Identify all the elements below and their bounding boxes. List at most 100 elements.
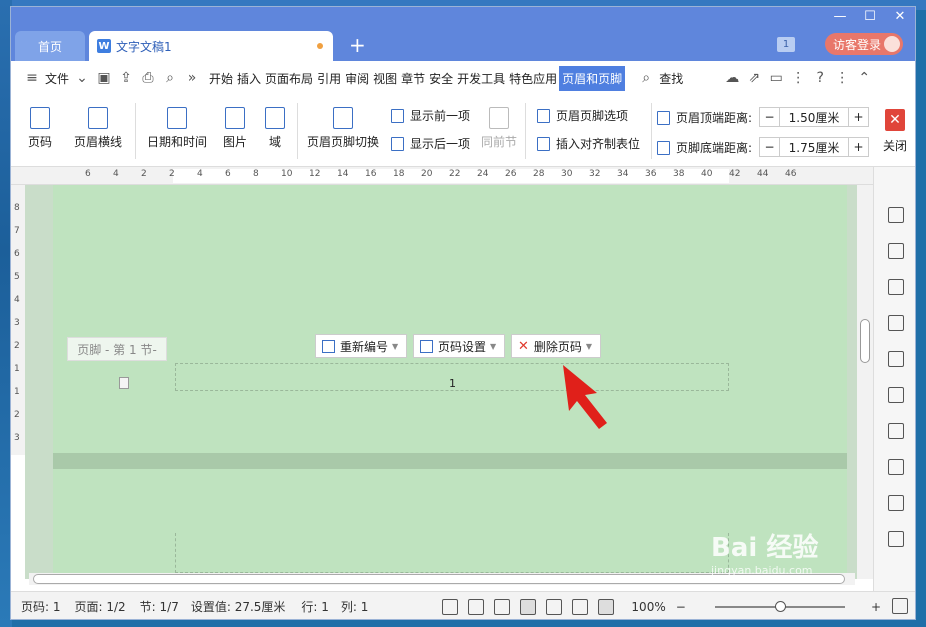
- delete-page-number-button[interactable]: ✕ 删除页码 ▼: [511, 334, 602, 358]
- pointer-icon[interactable]: [888, 243, 904, 259]
- header-top-distance-spinner[interactable]: − 1.50厘米 +: [759, 107, 869, 127]
- picture-button[interactable]: 图片: [215, 107, 255, 150]
- menu-reference[interactable]: 引用: [315, 70, 343, 87]
- vertical-scrollbar[interactable]: [857, 185, 873, 579]
- fit-window-icon[interactable]: [892, 598, 908, 614]
- chart-icon[interactable]: [888, 423, 904, 439]
- menu-start[interactable]: 开始: [207, 70, 235, 87]
- more-options-icon[interactable]: ⋮: [831, 70, 853, 86]
- document-canvas[interactable]: 页脚 - 第 1 节- 1 重新编号 ▼ 页码设置 ▼ ✕ 删除页码 ▼: [25, 185, 873, 579]
- help-icon[interactable]: ?: [809, 70, 831, 86]
- status-pages[interactable]: 页面: 1/2: [75, 598, 126, 615]
- more-chevron-icon[interactable]: »: [181, 70, 203, 86]
- zoom-slider-knob[interactable]: [775, 601, 786, 612]
- new-tab-button[interactable]: +: [349, 33, 366, 57]
- field-button[interactable]: 域: [263, 107, 287, 150]
- document-options-icon[interactable]: [119, 377, 129, 389]
- window-count-badge[interactable]: 1: [777, 37, 795, 52]
- menu-special-apps[interactable]: 特色应用: [507, 70, 559, 87]
- read-mode-icon[interactable]: [468, 598, 485, 615]
- zoom-out-button[interactable]: −: [676, 600, 686, 614]
- delete-x-icon: ✕: [518, 338, 529, 354]
- search-button[interactable]: 查找: [657, 70, 685, 87]
- collapse-ribbon-icon[interactable]: ⌃: [853, 70, 875, 86]
- increase-button[interactable]: +: [848, 108, 868, 126]
- fullscreen-icon[interactable]: [442, 598, 459, 615]
- hamburger-menu-icon[interactable]: ≡: [21, 70, 43, 86]
- decrease-button[interactable]: −: [760, 138, 780, 156]
- print-icon[interactable]: ⎙: [137, 70, 159, 86]
- share-icon[interactable]: ⇗: [743, 70, 765, 86]
- page-number-settings-button[interactable]: 页码设置 ▼: [413, 334, 506, 358]
- menu-page-layout[interactable]: 页面布局: [263, 70, 315, 87]
- tab-home[interactable]: 首页: [15, 31, 85, 61]
- renumber-button[interactable]: 重新编号 ▼: [315, 334, 408, 358]
- eye-protection-icon[interactable]: [598, 598, 615, 615]
- close-header-footer-button[interactable]: ✕: [885, 109, 905, 131]
- decrease-button[interactable]: −: [760, 108, 780, 126]
- horizontal-ruler[interactable]: 6 4 2 2 4 6 8 10 12 14 16 18 20 22 24 26 28 30 32 34 36 38 40 4…: [11, 167, 873, 185]
- insert-align-tab-button[interactable]: 插入对齐制表位: [537, 135, 640, 152]
- menu-security[interactable]: 安全: [427, 70, 455, 87]
- increase-button[interactable]: +: [848, 138, 868, 156]
- footer-bottom-distance-text: 页脚底端距离:: [676, 141, 753, 155]
- search-icon[interactable]: ⌕: [635, 70, 657, 86]
- maximize-button[interactable]: ☐: [855, 9, 885, 24]
- menu-section[interactable]: 章节: [399, 70, 427, 87]
- web-view-icon[interactable]: [572, 598, 589, 615]
- menu-header-footer[interactable]: 页眉和页脚: [559, 65, 626, 91]
- header-top-distance-value[interactable]: 1.50厘米: [780, 108, 848, 126]
- footer-bottom-distance-value[interactable]: 1.75厘米: [780, 138, 848, 156]
- picture-label: 图片: [222, 135, 247, 149]
- same-as-previous-button[interactable]: 同前节: [481, 107, 517, 150]
- style-icon[interactable]: [888, 315, 904, 331]
- table-icon[interactable]: [888, 351, 904, 367]
- date-time-button[interactable]: 日期和时间: [145, 107, 209, 150]
- menu-view[interactable]: 视图: [371, 70, 399, 87]
- footer-bottom-distance-spinner[interactable]: − 1.75厘米 +: [759, 137, 869, 157]
- show-next-button[interactable]: 显示后一项: [391, 135, 470, 152]
- page-view-icon[interactable]: [520, 598, 537, 615]
- vertical-scrollbar-thumb[interactable]: [860, 319, 870, 363]
- page-1[interactable]: [53, 185, 847, 453]
- ribbon-divider: [135, 103, 136, 159]
- print-preview-icon[interactable]: ⌕: [159, 70, 181, 86]
- close-header-footer-label[interactable]: 关闭: [883, 137, 907, 154]
- close-window-button[interactable]: ✕: [885, 9, 915, 24]
- header-footer-options-button[interactable]: 页眉页脚选项: [537, 107, 628, 124]
- image-icon[interactable]: [888, 495, 904, 511]
- zoom-slider[interactable]: [715, 601, 845, 612]
- page-2-header-area[interactable]: [175, 533, 729, 573]
- file-menu[interactable]: 文件: [43, 70, 71, 87]
- cloud-icon[interactable]: ☁: [721, 70, 743, 86]
- outline-view-icon[interactable]: [546, 598, 563, 615]
- write-mode-icon[interactable]: [494, 598, 511, 615]
- ruler-tick-label: 4: [113, 169, 119, 179]
- switch-header-footer-button[interactable]: 页眉页脚切换: [305, 107, 381, 150]
- ribbon-divider: [651, 103, 652, 159]
- more-icon[interactable]: ⋮: [787, 70, 809, 86]
- export-icon[interactable]: ⇪: [115, 70, 137, 86]
- menu-review[interactable]: 审阅: [343, 70, 371, 87]
- menu-insert[interactable]: 插入: [235, 70, 263, 87]
- zoom-level[interactable]: 100%: [631, 600, 665, 614]
- show-previous-button[interactable]: 显示前一项: [391, 107, 470, 124]
- grid-icon[interactable]: [888, 387, 904, 403]
- zoom-in-button[interactable]: +: [871, 600, 881, 614]
- vruler-tick-label: 5: [14, 272, 20, 282]
- minimize-button[interactable]: —: [825, 9, 855, 24]
- guest-login-button[interactable]: 访客登录: [825, 33, 903, 55]
- chevron-down-icon[interactable]: ⌄: [71, 70, 93, 86]
- page-gap: [53, 453, 847, 469]
- shapes-icon[interactable]: [888, 279, 904, 295]
- header-line-button[interactable]: 页眉横线: [67, 107, 129, 150]
- box-icon[interactable]: ▭: [765, 70, 787, 86]
- page-number-field[interactable]: 1: [449, 377, 456, 390]
- save-icon[interactable]: ▣: [93, 70, 115, 86]
- settings-sliders-icon[interactable]: [888, 459, 904, 475]
- tab-document[interactable]: W 文字文稿1: [89, 31, 333, 61]
- menu-developer[interactable]: 开发工具: [455, 70, 507, 87]
- pen-icon[interactable]: [888, 207, 904, 223]
- vertical-ruler[interactable]: 8 7 6 5 4 3 2 1 1 2 3: [11, 185, 25, 455]
- page-number-button[interactable]: 页码: [23, 107, 57, 150]
